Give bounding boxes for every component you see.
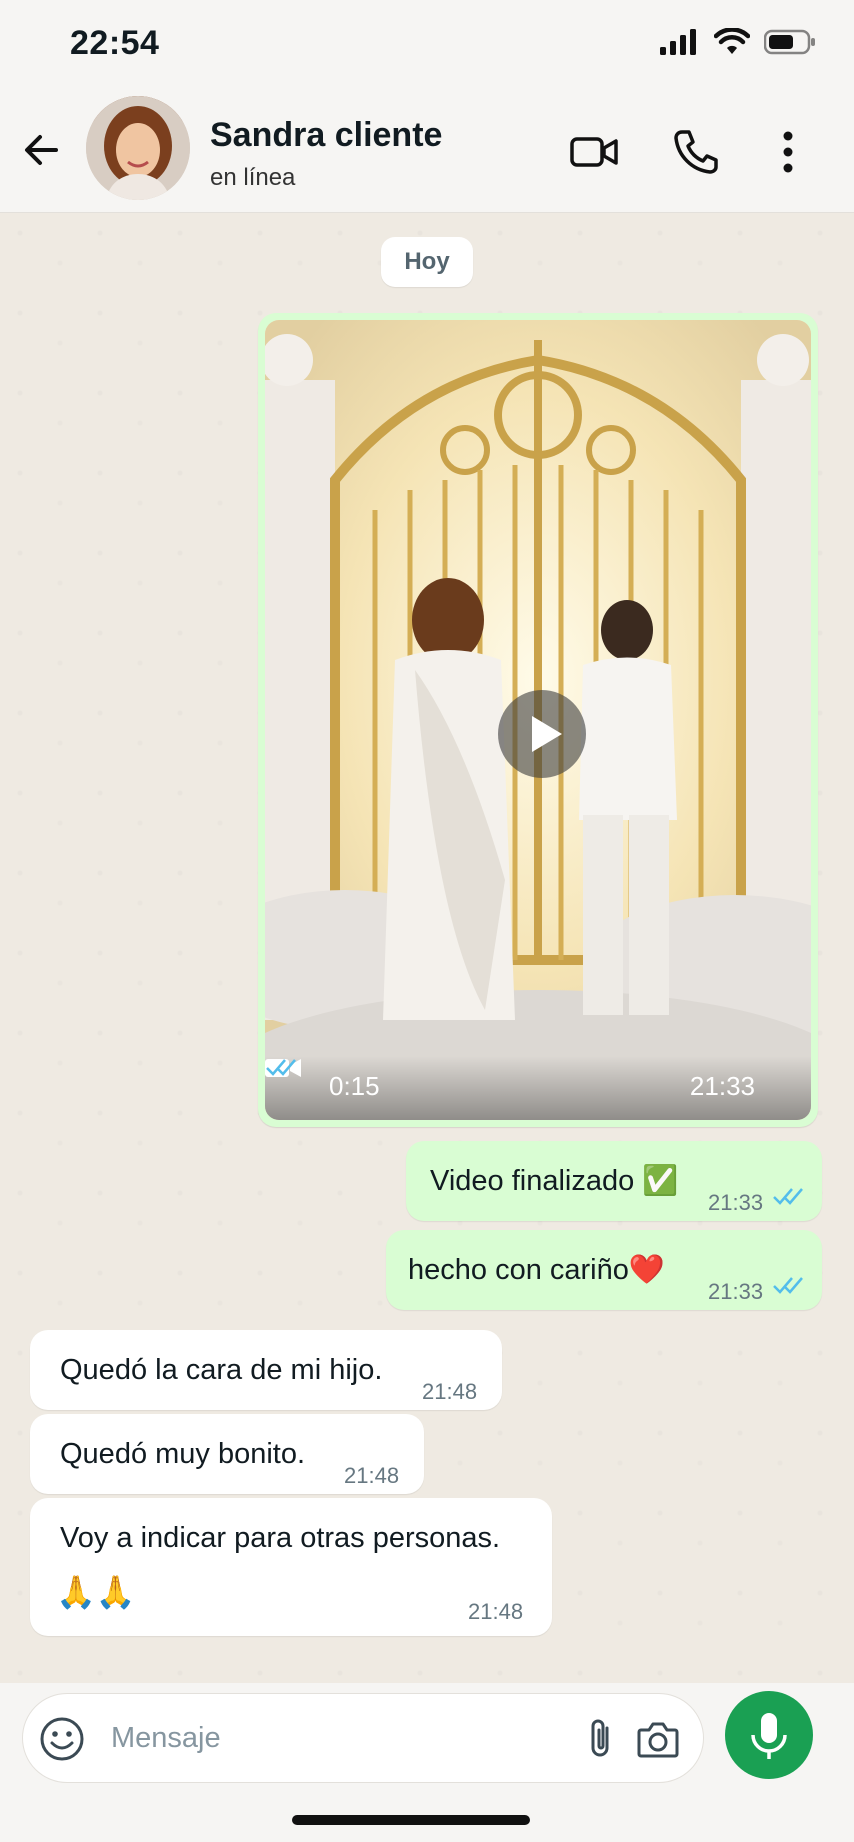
- contact-status: en línea: [210, 164, 296, 191]
- message-bubble-incoming[interactable]: Quedó muy bonito. 21:48: [30, 1414, 424, 1494]
- cellular-signal-icon: [660, 29, 696, 55]
- camera-icon[interactable]: [635, 1716, 681, 1762]
- message-text: Quedó muy bonito.: [60, 1438, 306, 1470]
- attach-icon[interactable]: [583, 1716, 619, 1762]
- contact-name[interactable]: Sandra cliente: [210, 116, 442, 155]
- message-bubble-outgoing[interactable]: hecho con cariño❤️ 21:33: [386, 1230, 822, 1310]
- message-text: Video finalizado ✅: [430, 1165, 679, 1197]
- video-duration: 0:15: [329, 1071, 380, 1101]
- status-time: 22:54: [70, 24, 160, 62]
- message-bubble-outgoing[interactable]: Video finalizado ✅ 21:33: [406, 1141, 822, 1221]
- message-text: Voy a indicar para otras personas.: [60, 1522, 501, 1554]
- chat-header: Sandra cliente en línea: [0, 88, 854, 213]
- emoji-text: 🙏🙏: [56, 1574, 136, 1610]
- message-time: 21:33: [708, 1279, 764, 1304]
- message-text: Quedó la cara de mi hijo.: [60, 1354, 383, 1386]
- status-bar: 22:54: [0, 0, 854, 88]
- message-bubble-incoming[interactable]: Voy a indicar para otras personas. 🙏🙏 21…: [30, 1498, 552, 1636]
- read-receipt-icon: [773, 1188, 803, 1205]
- video-call-icon[interactable]: [566, 124, 622, 180]
- message-input-container[interactable]: [22, 1693, 704, 1783]
- chat-area[interactable]: Hoy 0:15 21:33 Video finalizado ✅ 21:33 …: [0, 213, 854, 1683]
- message-time: 21:48: [468, 1599, 524, 1624]
- date-separator: Hoy: [381, 237, 473, 287]
- video-message[interactable]: 0:15 21:33: [258, 313, 818, 1127]
- read-receipt-icon: [266, 1059, 296, 1076]
- avatar[interactable]: [86, 96, 190, 200]
- composer-bar: [0, 1683, 854, 1842]
- message-time: 21:33: [708, 1190, 764, 1215]
- more-options-icon[interactable]: [760, 124, 816, 180]
- message-input[interactable]: [111, 1716, 551, 1760]
- message-time: 21:33: [689, 1071, 755, 1101]
- message-text: hecho con cariño❤️: [408, 1254, 665, 1286]
- message-time: 21:48: [344, 1463, 400, 1488]
- emoji-icon[interactable]: [39, 1716, 85, 1762]
- home-indicator: [292, 1815, 530, 1825]
- mic-button[interactable]: [725, 1691, 813, 1779]
- status-icons: [660, 28, 816, 56]
- video-thumbnail[interactable]: 0:15 21:33: [265, 320, 811, 1120]
- back-arrow-icon[interactable]: [20, 128, 64, 172]
- wifi-icon: [714, 28, 750, 54]
- message-bubble-incoming[interactable]: Quedó la cara de mi hijo. 21:48: [30, 1330, 502, 1410]
- voice-call-icon[interactable]: [668, 124, 724, 180]
- read-receipt-icon: [773, 1277, 803, 1294]
- play-button[interactable]: [498, 690, 586, 778]
- battery-icon: [764, 29, 815, 55]
- message-time: 21:48: [422, 1379, 478, 1404]
- video-meta-overlay: 0:15 21:33: [265, 1056, 811, 1120]
- microphone-icon: [751, 1713, 787, 1759]
